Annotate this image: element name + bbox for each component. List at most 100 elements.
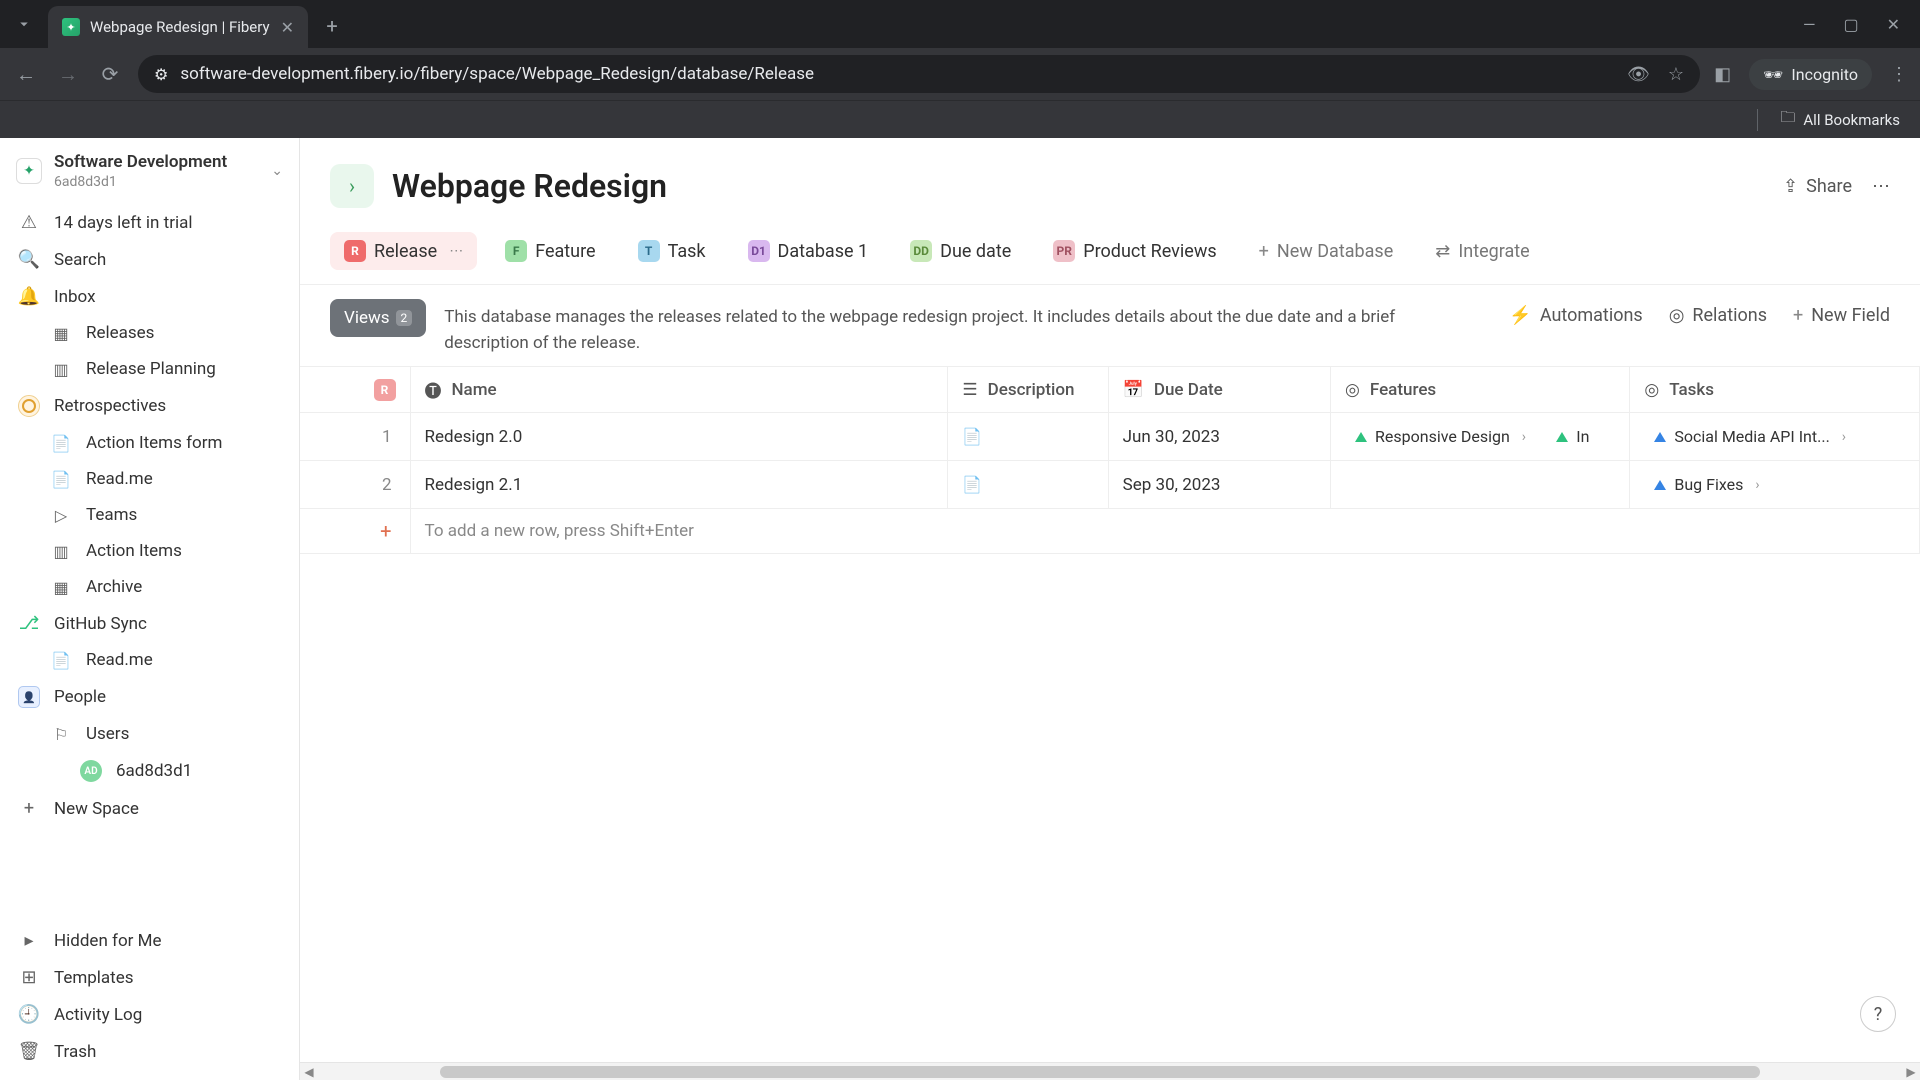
- col-header-name[interactable]: 🅣Name: [410, 367, 948, 413]
- sidebar-search[interactable]: 🔍Search: [0, 241, 299, 278]
- more-menu-icon[interactable]: ⋯: [1872, 176, 1890, 197]
- sidebar-retrospectives[interactable]: Retrospectives: [0, 387, 299, 425]
- scroll-left-icon[interactable]: ◀: [300, 1063, 318, 1080]
- sidebar-trial[interactable]: ⚠14 days left in trial: [0, 204, 299, 241]
- horizontal-scrollbar[interactable]: ◀ ▶: [300, 1062, 1920, 1080]
- sidebar-hidden[interactable]: ▸Hidden for Me: [0, 922, 299, 959]
- tab-feature[interactable]: FFeature: [491, 232, 609, 270]
- col-header-rownum: R: [300, 367, 410, 413]
- sidebar-inbox[interactable]: 🔔Inbox: [0, 278, 299, 315]
- incognito-badge[interactable]: 🕶 Incognito: [1749, 59, 1872, 90]
- cell-due-date[interactable]: Sep 30, 2023: [1108, 461, 1330, 509]
- table-row[interactable]: 1 Redesign 2.0 📄 Jun 30, 2023 Responsive…: [300, 413, 1920, 461]
- minimize-icon[interactable]: ―: [1803, 15, 1816, 34]
- sidebar-github-sync[interactable]: ⎇GitHub Sync: [0, 605, 299, 642]
- triangle-icon: [1654, 432, 1666, 442]
- share-button[interactable]: ⇪Share: [1783, 176, 1852, 197]
- chevron-right-icon: ›: [1842, 429, 1846, 445]
- tab-product-reviews[interactable]: PRProduct Reviews: [1039, 232, 1230, 270]
- add-row[interactable]: + To add a new row, press Shift+Enter: [300, 509, 1920, 554]
- sidebar-activity-log[interactable]: 🕘Activity Log: [0, 996, 299, 1033]
- new-field-button[interactable]: +New Field: [1793, 305, 1890, 326]
- integrate-button[interactable]: ⇄Integrate: [1421, 233, 1543, 270]
- cell-tasks[interactable]: Bug Fixes›: [1630, 461, 1920, 509]
- sidebar-action-items-form[interactable]: 📄Action Items form: [0, 425, 299, 461]
- collapse-sidebar-button[interactable]: ›: [330, 164, 374, 208]
- cell-description[interactable]: 📄: [948, 413, 1108, 461]
- plus-icon: +: [380, 519, 391, 543]
- row-number: 2: [300, 461, 410, 509]
- close-window-icon[interactable]: ✕: [1887, 15, 1900, 34]
- new-database-button[interactable]: +New Database: [1245, 233, 1408, 270]
- sidebar-people[interactable]: People: [0, 678, 299, 716]
- reload-button[interactable]: ⟳: [96, 62, 124, 86]
- views-count: 2: [396, 310, 413, 326]
- col-header-tasks[interactable]: ◎Tasks: [1630, 367, 1920, 413]
- plus-icon: +: [1259, 241, 1269, 262]
- tab-release[interactable]: RRelease⋯: [330, 232, 477, 270]
- new-tab-button[interactable]: +: [314, 8, 350, 44]
- browser-menu-icon[interactable]: ⋮: [1890, 64, 1908, 85]
- bookmark-star-icon[interactable]: ☆: [1668, 64, 1684, 85]
- browser-tab[interactable]: Webpage Redesign | Fibery ✕: [48, 6, 308, 48]
- tab-task[interactable]: TTask: [624, 232, 720, 270]
- cell-name[interactable]: Redesign 2.1: [410, 461, 948, 509]
- sidebar-teams[interactable]: ▷Teams: [0, 497, 299, 533]
- scroll-right-icon[interactable]: ▶: [1902, 1063, 1920, 1080]
- site-settings-icon[interactable]: ⚙: [154, 65, 168, 84]
- sidebar-new-space[interactable]: +New Space: [0, 790, 299, 827]
- forward-button[interactable]: →: [54, 62, 82, 87]
- sidebar-label: Action Items form: [86, 433, 222, 453]
- sidebar-user-entry[interactable]: AD6ad8d3d1: [0, 752, 299, 790]
- side-panel-icon[interactable]: ◧: [1714, 64, 1731, 85]
- feature-chip[interactable]: In: [1546, 423, 1599, 450]
- task-chip[interactable]: Bug Fixes›: [1644, 471, 1769, 498]
- label: New Field: [1811, 305, 1890, 326]
- cell-features[interactable]: [1331, 461, 1630, 509]
- sidebar-users[interactable]: ⚐Users: [0, 716, 299, 752]
- col-header-due-date[interactable]: 📅Due Date: [1108, 367, 1330, 413]
- sidebar-action-items[interactable]: ▥Action Items: [0, 533, 299, 569]
- sidebar-templates[interactable]: ⊞Templates: [0, 959, 299, 996]
- tab-more-icon[interactable]: ⋯: [449, 243, 463, 259]
- page-header: › Webpage Redesign ⇪Share ⋯: [300, 138, 1920, 226]
- feature-chip[interactable]: Responsive Design›: [1345, 423, 1536, 450]
- scrollbar-thumb[interactable]: [440, 1066, 1760, 1078]
- tab-label: Task: [668, 241, 706, 262]
- help-button[interactable]: ?: [1860, 996, 1896, 1032]
- cell-due-date[interactable]: Jun 30, 2023: [1108, 413, 1330, 461]
- back-button[interactable]: ←: [12, 62, 40, 87]
- sidebar-releases[interactable]: ▦Releases: [0, 315, 299, 351]
- sidebar-archive[interactable]: ▦Archive: [0, 569, 299, 605]
- sidebar-label: Release Planning: [86, 359, 216, 379]
- close-icon[interactable]: ✕: [281, 18, 294, 37]
- col-header-description[interactable]: ☰Description: [948, 367, 1108, 413]
- add-row-hint: To add a new row, press Shift+Enter: [410, 509, 1920, 554]
- table-row[interactable]: 2 Redesign 2.1 📄 Sep 30, 2023 Bug Fixes›: [300, 461, 1920, 509]
- tab-due-date[interactable]: DDDue date: [896, 232, 1025, 270]
- sidebar-trash[interactable]: 🗑Trash: [0, 1033, 299, 1070]
- task-chip[interactable]: Social Media API Int...›: [1644, 423, 1856, 450]
- relations-button[interactable]: ◎Relations: [1669, 305, 1767, 326]
- col-header-features[interactable]: ◎Features: [1331, 367, 1630, 413]
- maximize-icon[interactable]: ▢: [1843, 15, 1858, 34]
- tab-database1[interactable]: D1Database 1: [734, 232, 883, 270]
- add-row-plus[interactable]: +: [300, 509, 410, 554]
- tab-search-dropdown[interactable]: [0, 0, 48, 48]
- sidebar-label: Hidden for Me: [54, 931, 162, 951]
- sidebar-readme-1[interactable]: 📄Read.me: [0, 461, 299, 497]
- url-bar[interactable]: ⚙ software-development.fibery.io/fibery/…: [138, 55, 1700, 93]
- automations-button[interactable]: ⚡Automations: [1509, 305, 1642, 326]
- all-bookmarks-button[interactable]: All Bookmarks: [1803, 111, 1900, 129]
- tab-label: Database 1: [778, 241, 869, 262]
- cell-description[interactable]: 📄: [948, 461, 1108, 509]
- eye-off-icon[interactable]: 👁: [1627, 64, 1650, 85]
- triangle-icon: [1556, 432, 1568, 442]
- sidebar-release-planning[interactable]: ▥Release Planning: [0, 351, 299, 387]
- workspace-switcher[interactable]: Software Development 6ad8d3d1 ⌄: [0, 138, 299, 204]
- cell-tasks[interactable]: Social Media API Int...›: [1630, 413, 1920, 461]
- cell-name[interactable]: Redesign 2.0: [410, 413, 948, 461]
- sidebar-readme-2[interactable]: 📄Read.me: [0, 642, 299, 678]
- cell-features[interactable]: Responsive Design› In: [1331, 413, 1630, 461]
- views-button[interactable]: Views2: [330, 299, 426, 337]
